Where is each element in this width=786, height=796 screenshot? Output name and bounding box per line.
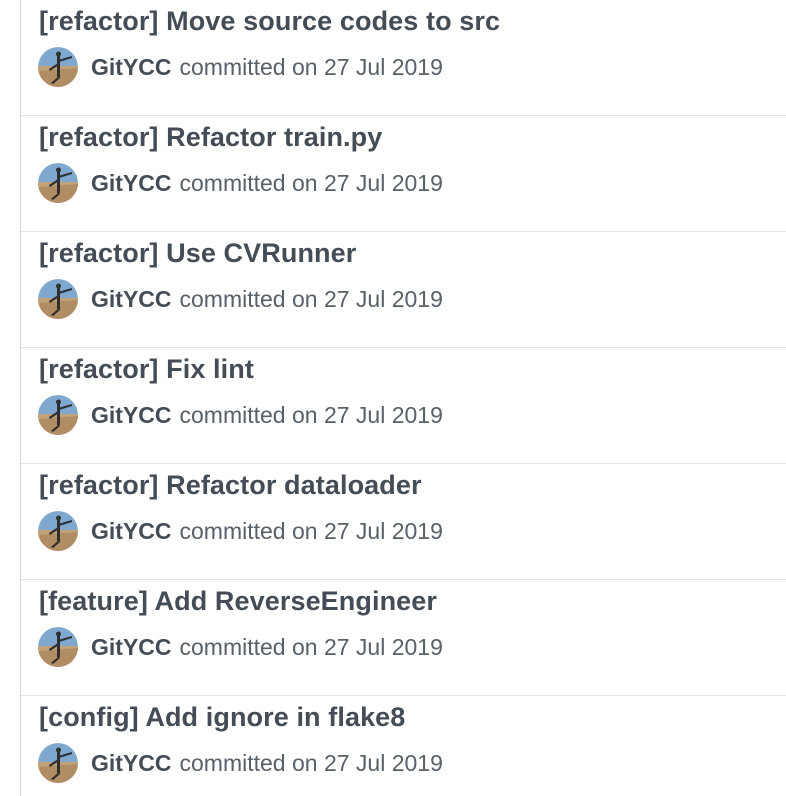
commit-date: committed on 27 Jul 2019: [179, 517, 443, 544]
commit-item: [feature] Add ReverseEngineer GitYCC com…: [21, 580, 786, 696]
commit-date: committed on 27 Jul 2019: [179, 169, 443, 196]
commit-date: committed on 27 Jul 2019: [179, 401, 443, 428]
commit-title-link[interactable]: [refactor] Move source codes to src: [39, 6, 500, 37]
commit-item: [refactor] Refactor train.py GitYCC comm…: [21, 116, 786, 232]
user-avatar-icon[interactable]: [38, 163, 78, 203]
user-avatar-icon[interactable]: [38, 743, 78, 783]
commit-meta: GitYCC committed on 27 Jul 2019: [38, 163, 443, 203]
author-link[interactable]: GitYCC: [91, 634, 172, 661]
commit-meta: GitYCC committed on 27 Jul 2019: [38, 395, 443, 435]
author-link[interactable]: GitYCC: [91, 518, 172, 545]
author-link[interactable]: GitYCC: [91, 286, 172, 313]
commit-meta: GitYCC committed on 27 Jul 2019: [38, 47, 443, 87]
commit-meta: GitYCC committed on 27 Jul 2019: [38, 279, 443, 319]
user-avatar-icon[interactable]: [38, 395, 78, 435]
commit-item: [refactor] Use CVRunner GitYCC committed…: [21, 232, 786, 348]
commit-item: [config] Add ignore in flake8 GitYCC com…: [21, 696, 786, 796]
commit-title-link[interactable]: [refactor] Refactor dataloader: [39, 470, 422, 501]
commit-date: committed on 27 Jul 2019: [179, 633, 443, 660]
commit-meta: GitYCC committed on 27 Jul 2019: [38, 511, 443, 551]
commit-list: [refactor] Move source codes to src GitY…: [20, 0, 786, 796]
commit-title-link[interactable]: [refactor] Refactor train.py: [39, 122, 382, 153]
user-avatar-icon[interactable]: [38, 627, 78, 667]
commit-meta: GitYCC committed on 27 Jul 2019: [38, 743, 443, 783]
commit-title-link[interactable]: [config] Add ignore in flake8: [39, 702, 405, 733]
commit-title-link[interactable]: [feature] Add ReverseEngineer: [39, 586, 437, 617]
author-link[interactable]: GitYCC: [91, 750, 172, 777]
author-link[interactable]: GitYCC: [91, 54, 172, 81]
commit-date: committed on 27 Jul 2019: [179, 749, 443, 776]
commit-meta: GitYCC committed on 27 Jul 2019: [38, 627, 443, 667]
user-avatar-icon[interactable]: [38, 511, 78, 551]
commit-title-link[interactable]: [refactor] Fix lint: [39, 354, 254, 385]
author-link[interactable]: GitYCC: [91, 170, 172, 197]
commit-title-link[interactable]: [refactor] Use CVRunner: [39, 238, 356, 269]
commit-item: [refactor] Fix lint GitYCC committed on …: [21, 348, 786, 464]
commit-item: [refactor] Move source codes to src GitY…: [21, 0, 786, 116]
commit-item: [refactor] Refactor dataloader GitYCC co…: [21, 464, 786, 580]
author-link[interactable]: GitYCC: [91, 402, 172, 429]
commit-date: committed on 27 Jul 2019: [179, 53, 443, 80]
user-avatar-icon[interactable]: [38, 47, 78, 87]
user-avatar-icon[interactable]: [38, 279, 78, 319]
commit-date: committed on 27 Jul 2019: [179, 285, 443, 312]
